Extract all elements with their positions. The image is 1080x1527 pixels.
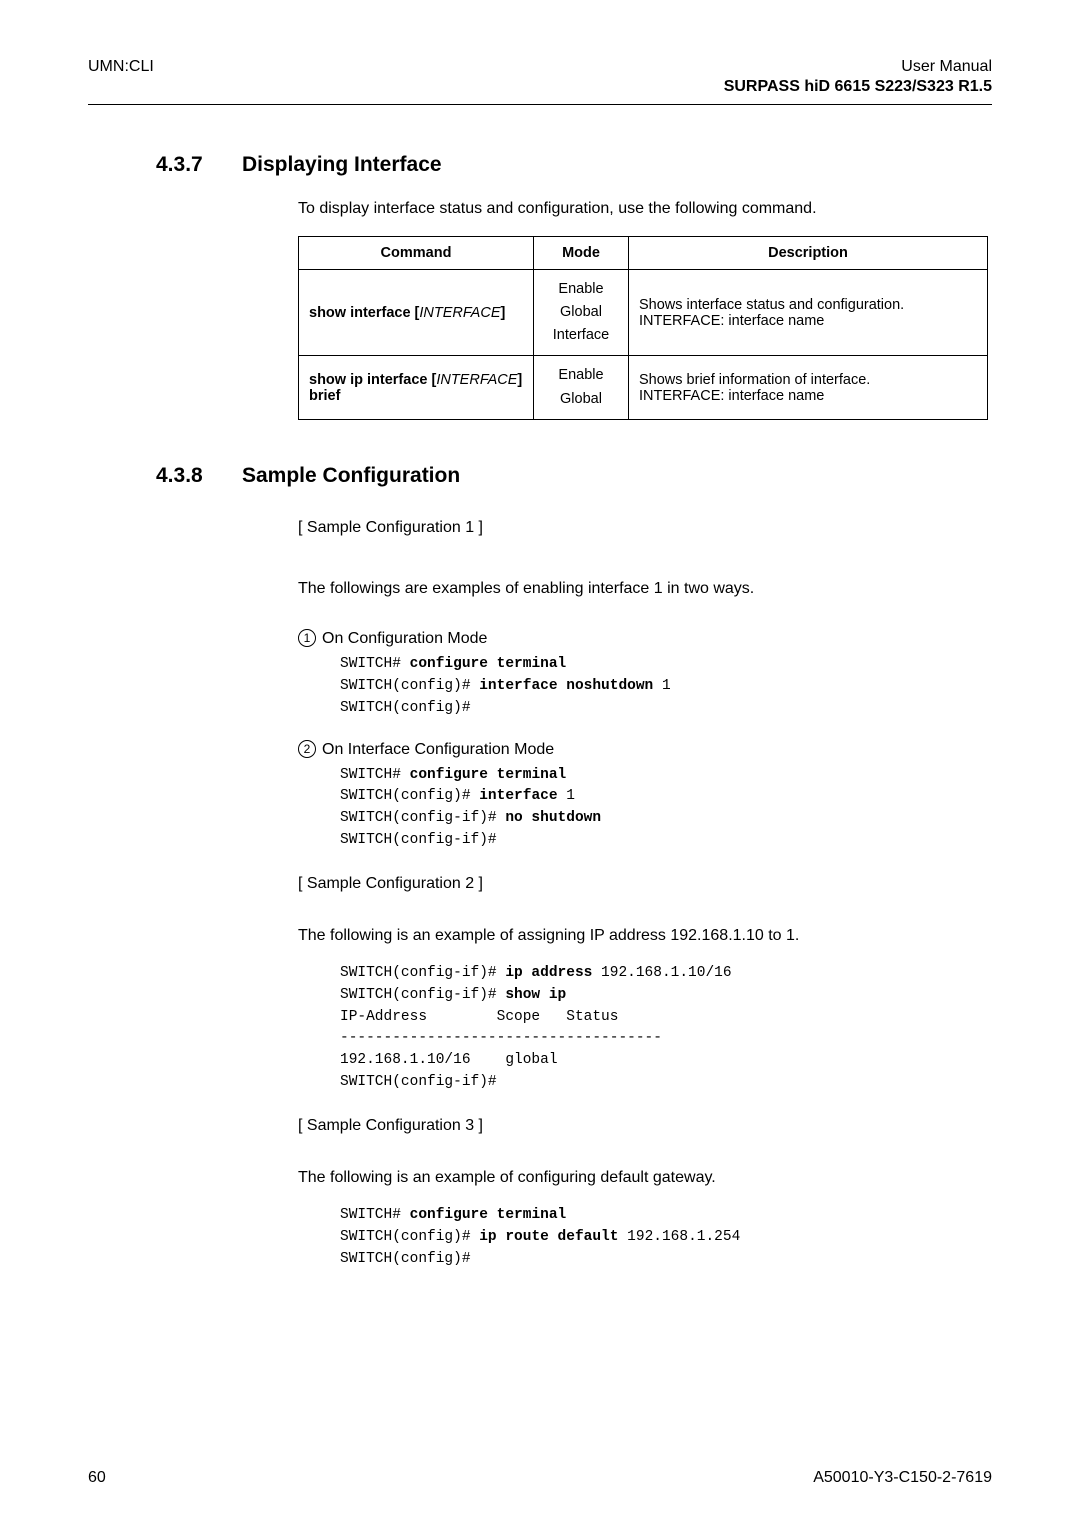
sample-config-3-intro: The following is an example of configuri…: [298, 1166, 992, 1191]
interface-command-table: Command Mode Description show interface …: [298, 236, 988, 420]
cmd-show-ip-interface-brief: show ip interface [INTERFACE] brief: [299, 356, 534, 419]
sample-config-3-label: [ Sample Configuration 3 ]: [298, 1114, 992, 1139]
code-block-sample2: SWITCH(config-if)# ip address 192.168.1.…: [340, 963, 992, 1094]
code-block-sample3: SWITCH# configure terminal SWITCH(config…: [340, 1205, 992, 1270]
section-438-heading: 4.3.8 Sample Configuration: [88, 464, 992, 488]
desc-cell: Shows interface status and configuration…: [629, 269, 988, 356]
page-number: 60: [88, 1469, 106, 1487]
section-437-heading: 4.3.7 Displaying Interface: [88, 153, 992, 177]
sample-config-2-label: [ Sample Configuration 2 ]: [298, 872, 992, 897]
table-row: show ip interface [INTERFACE] brief Enab…: [299, 356, 988, 419]
th-description: Description: [629, 236, 988, 269]
section-437-title: Displaying Interface: [242, 153, 442, 177]
code-block-step2: SWITCH# configure terminal SWITCH(config…: [340, 765, 992, 852]
page-header: UMN:CLI User Manual: [88, 58, 992, 76]
table-row: show interface [INTERFACE] Enable Global…: [299, 269, 988, 356]
doc-id: A50010-Y3-C150-2-7619: [813, 1469, 992, 1487]
section-437-intro: To display interface status and configur…: [298, 197, 992, 222]
sample-config-1-label: [ Sample Configuration 1 ]: [298, 516, 992, 541]
cmd-show-interface: show interface [INTERFACE]: [299, 269, 534, 356]
header-rule: [88, 104, 992, 105]
circled-number-1-icon: 1: [298, 629, 316, 647]
circled-number-2-icon: 2: [298, 740, 316, 758]
header-right-sub: SURPASS hiD 6615 S223/S323 R1.5: [88, 78, 992, 96]
mode-cell: Enable Global Interface: [534, 269, 629, 356]
page-footer: 60 A50010-Y3-C150-2-7619: [88, 1469, 992, 1487]
step-2-heading: 2On Interface Configuration Mode: [298, 740, 992, 759]
section-438-number: 4.3.8: [156, 464, 214, 488]
th-mode: Mode: [534, 236, 629, 269]
section-437-number: 4.3.7: [156, 153, 214, 177]
sample-config-2-intro: The following is an example of assigning…: [298, 924, 992, 949]
th-command: Command: [299, 236, 534, 269]
section-438-title: Sample Configuration: [242, 464, 460, 488]
header-right-top: User Manual: [901, 58, 992, 76]
step-1-heading: 1On Configuration Mode: [298, 629, 992, 648]
table-row: Command Mode Description: [299, 236, 988, 269]
desc-cell: Shows brief information of interface. IN…: [629, 356, 988, 419]
mode-cell: Enable Global: [534, 356, 629, 419]
sample-config-1-intro: The followings are examples of enabling …: [298, 577, 992, 602]
header-left: UMN:CLI: [88, 58, 154, 76]
code-block-step1: SWITCH# configure terminal SWITCH(config…: [340, 654, 992, 719]
